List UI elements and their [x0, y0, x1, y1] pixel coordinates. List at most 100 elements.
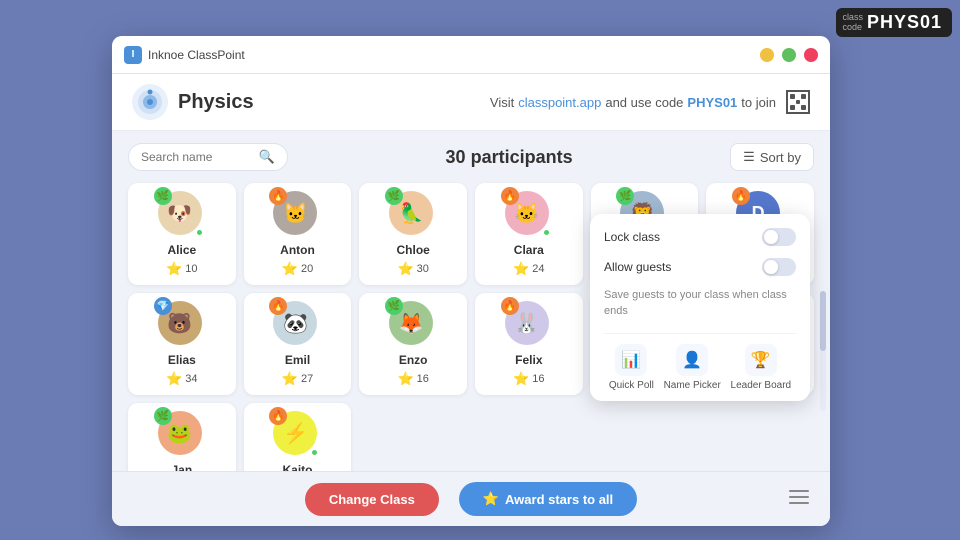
minimize-button[interactable]	[760, 48, 774, 62]
award-stars-label: Award stars to all	[505, 492, 613, 507]
star-icon: ⭐	[166, 371, 182, 387]
class-code-value: PHYS01	[867, 12, 942, 33]
participant-stars: ⭐24	[513, 261, 544, 277]
star-count: 24	[532, 263, 544, 275]
participant-card[interactable]: 💎🐻Elias⭐34	[128, 293, 236, 395]
class-code-label2: code	[842, 23, 863, 33]
header-join: to join	[741, 95, 776, 110]
badge-icon: 🔥	[501, 297, 519, 315]
award-stars-button[interactable]: ⭐ Award stars to all	[459, 482, 637, 516]
participants-count-label: 30 participants	[298, 147, 720, 168]
participant-stars: ⭐20	[282, 261, 313, 277]
participant-card[interactable]: 🌿🐸Jan⭐26	[128, 403, 236, 471]
participant-card[interactable]: 🌿🐶Alice⭐10	[128, 183, 236, 285]
app-logo-small: I	[124, 46, 142, 64]
star-icon: ⭐	[166, 261, 182, 277]
hamburger-line3	[789, 502, 809, 504]
participant-stars: ⭐10	[166, 261, 197, 277]
participant-card[interactable]: 🔥🐱Clara⭐24	[475, 183, 583, 285]
star-icon: ⭐	[513, 371, 529, 387]
popup-leader-board-button[interactable]: 🏆 Leader Board	[731, 344, 792, 391]
sort-icon: ☰	[743, 149, 755, 165]
participant-name: Clara	[514, 243, 544, 257]
participant-name: Enzo	[399, 353, 428, 367]
participant-stars: ⭐16	[397, 371, 428, 387]
settings-popup: Lock class Allow guests Save guests to y…	[590, 214, 810, 401]
star-count: 10	[185, 263, 197, 275]
participant-name: Emil	[285, 353, 310, 367]
participant-card[interactable]: 🌿🦜Chloe⭐30	[359, 183, 467, 285]
popup-quick-poll-button[interactable]: 📊Quick Poll	[609, 344, 654, 391]
participant-name: Chloe	[396, 243, 429, 257]
search-input[interactable]	[141, 150, 259, 164]
participant-card[interactable]: 🔥🐰Felix⭐16	[475, 293, 583, 395]
titlebar: I Inknoe ClassPoint	[112, 36, 830, 74]
content-area: 🔍 30 participants ☰ Sort by 🌿🐶Alice⭐10🔥🐱…	[112, 131, 830, 471]
participant-card[interactable]: 🔥🐼Emil⭐27	[244, 293, 352, 395]
titlebar-title: Inknoe ClassPoint	[148, 48, 760, 62]
popup-action-label: Name Picker	[664, 380, 721, 391]
header-visit-text: Visit	[490, 95, 514, 110]
toolbar: 🔍 30 participants ☰ Sort by	[112, 131, 830, 179]
allow-guests-toggle[interactable]	[762, 258, 796, 276]
star-icon: ⭐	[397, 261, 413, 277]
online-indicator	[195, 228, 204, 237]
hamburger-button[interactable]	[784, 482, 814, 512]
participant-name: Elias	[168, 353, 196, 367]
star-icon: ⭐	[397, 371, 413, 387]
qr-code-icon	[786, 90, 810, 114]
participant-card[interactable]: 🔥⚡Kaito⭐20	[244, 403, 352, 471]
bottom-bar: Change Class ⭐ Award stars to all	[112, 471, 830, 526]
search-icon: 🔍	[259, 149, 275, 165]
participant-stars: ⭐ 30	[397, 261, 428, 277]
star-count: 16	[532, 373, 544, 385]
change-class-button[interactable]: Change Class	[305, 483, 439, 516]
header-url[interactable]: classpoint.app	[518, 95, 601, 110]
app-logo	[132, 84, 168, 120]
participant-card[interactable]: 🔥🐱Anton⭐20	[244, 183, 352, 285]
save-guests-text: Save guests to your class when class end…	[604, 288, 796, 319]
star-icon: ⭐	[282, 261, 298, 277]
close-button[interactable]	[804, 48, 818, 62]
star-count: 20	[301, 263, 313, 275]
lock-class-toggle[interactable]	[762, 228, 796, 246]
star-count: 34	[185, 373, 197, 385]
main-window: I Inknoe ClassPoint Physics Visit classp…	[112, 36, 830, 526]
participant-name: Jan	[171, 463, 192, 471]
allow-guests-row: Allow guests	[604, 258, 796, 276]
search-box[interactable]: 🔍	[128, 143, 288, 171]
participant-name: Felix	[515, 353, 542, 367]
badge-icon: 💎	[154, 297, 172, 315]
participant-stars: ⭐27	[282, 371, 313, 387]
hamburger-line2	[789, 496, 809, 498]
popup-action-icon: 🏆	[745, 344, 777, 376]
star-icon: ⭐	[282, 371, 298, 387]
star-count: 27	[301, 373, 313, 385]
sort-label: Sort by	[760, 150, 801, 165]
participant-stars: ⭐34	[166, 371, 197, 387]
header-use-code: and use code	[605, 95, 683, 110]
lock-class-label: Lock class	[604, 230, 660, 244]
badge-icon: 🌿	[154, 407, 172, 425]
header-info: Visit classpoint.app and use code PHYS01…	[490, 90, 810, 114]
participant-name: Anton	[280, 243, 315, 257]
star-count: 30	[417, 263, 429, 275]
star-icon: ⭐	[483, 491, 499, 507]
class-code-badge: class code PHYS01	[836, 8, 952, 37]
popup-action-label: Leader Board	[731, 380, 792, 391]
participant-name: Kaito	[282, 463, 312, 471]
app-header: Physics Visit classpoint.app and use cod…	[112, 74, 830, 131]
titlebar-controls	[760, 48, 818, 62]
popup-name-picker-button[interactable]: 👤Name Picker	[664, 344, 721, 391]
maximize-button[interactable]	[782, 48, 796, 62]
online-indicator	[310, 448, 319, 457]
participant-stars: ⭐16	[513, 371, 544, 387]
sort-button[interactable]: ☰ Sort by	[730, 143, 814, 171]
scrollbar-track[interactable]	[820, 291, 826, 411]
badge-icon: 🔥	[501, 187, 519, 205]
participant-card[interactable]: 🌿🦊Enzo⭐16	[359, 293, 467, 395]
badge-icon: 🌿	[154, 187, 172, 205]
popup-action-icon: 📊	[615, 344, 647, 376]
participant-name: Alice	[167, 243, 196, 257]
scrollbar-thumb[interactable]	[820, 291, 826, 351]
